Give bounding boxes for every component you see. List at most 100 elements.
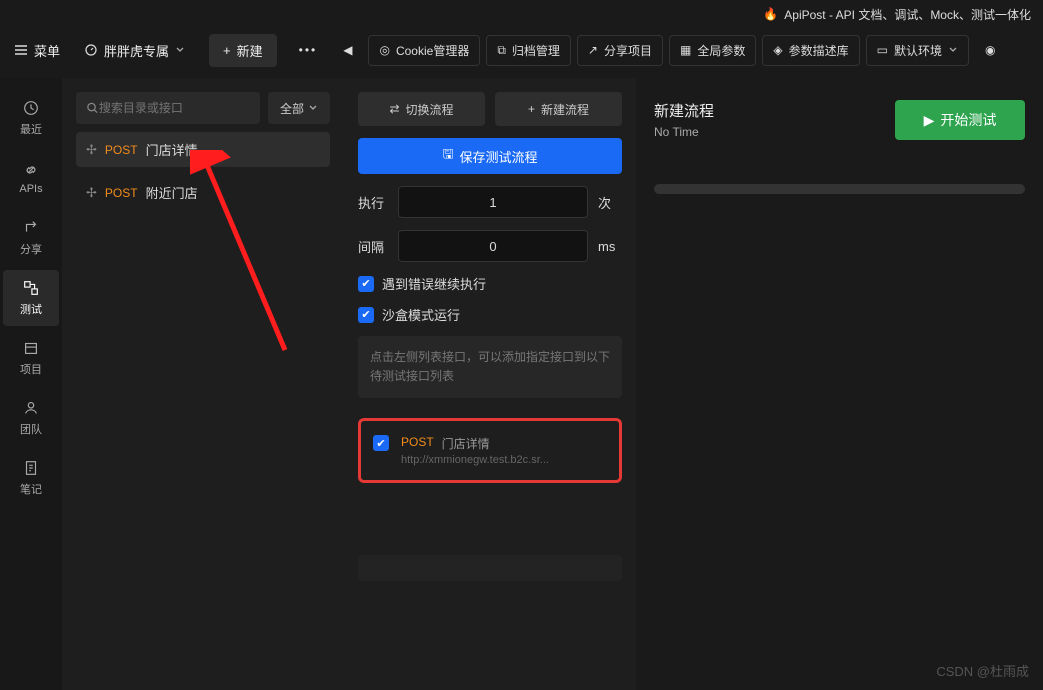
sidebar-item-label: 分享 [20,241,42,257]
sidebar-item-recent[interactable]: 最近 [3,90,59,146]
play-icon: ▶ [924,112,935,129]
link-icon: ✢ [86,185,97,201]
globals-button[interactable]: ▦全局参数 [669,35,756,66]
flow-panel: ⇄ 切换流程 + 新建流程 🖫 保存测试流程 执行 次 间隔 ms ✔ 遇到错误… [344,78,636,690]
test-item-url: http://xmmionegw.test.b2c.sr... [401,454,549,466]
save-flow-button[interactable]: 🖫 保存测试流程 [358,138,622,174]
filter-button[interactable]: 全部 [268,92,330,124]
api-method: POST [105,186,138,200]
test-item-method: POST [401,435,434,452]
workspace-selector[interactable]: 胖胖虎专属 [72,35,197,66]
chevron-down-icon [175,45,185,55]
archive-icon: ⧉ [497,43,506,58]
workspace-name: 胖胖虎专属 [104,41,169,60]
new-label: 新建 [237,41,263,60]
api-method: POST [105,143,138,157]
exec-label: 执行 [358,193,388,212]
section-footer [358,555,622,581]
sidebar-item-test[interactable]: 测试 [3,270,59,326]
test-item-highlighted[interactable]: ✔ POST 门店详情 http://xmmionegw.test.b2c.sr… [358,418,622,483]
project-icon [22,339,40,357]
start-test-button[interactable]: ▶ 开始测试 [895,100,1025,140]
link-icon [22,161,40,179]
test-icon [22,279,40,297]
preview-button[interactable]: ◉ [975,37,1005,63]
exec-unit: 次 [598,193,622,212]
env-icon: ▭ [877,43,888,57]
interval-unit: ms [598,239,622,254]
sidebar-item-label: 笔记 [20,481,42,497]
interval-label: 间隔 [358,237,388,256]
test-item-checkbox[interactable]: ✔ [373,435,389,451]
app-icon: 🔥 [763,7,778,21]
sidebar-item-label: APIs [19,183,42,195]
api-name: 附近门店 [146,183,198,202]
eye-icon: ◉ [985,43,995,57]
more-button[interactable]: ••• [289,37,328,63]
sandbox-label: 沙盒模式运行 [382,305,460,324]
result-panel: 新建流程 No Time ▶ 开始测试 [636,78,1043,690]
menu-label: 菜单 [34,41,60,60]
globals-icon: ▦ [680,43,691,57]
dots-icon: ••• [299,43,318,57]
note-icon [22,459,40,477]
plus-icon: + [528,102,535,116]
sidebar-item-label: 团队 [20,421,42,437]
watermark: CSDN @杜雨成 [936,661,1029,680]
sidebar-item-project[interactable]: 项目 [3,330,59,386]
params-lib-button[interactable]: ◈参数描述库 [762,35,859,66]
api-item[interactable]: ✢ POST 门店详情 [76,132,330,167]
share-icon: ↗ [588,43,598,57]
plus-icon: + [223,43,231,58]
cube-icon: ◈ [773,43,782,57]
sidebar-item-label: 最近 [20,121,42,137]
archive-button[interactable]: ⧉归档管理 [486,35,571,66]
sandbox-checkbox[interactable]: ✔ [358,307,374,323]
window-titlebar: 🔥 ApiPost - API 文档、调试、Mock、测试一体化 [751,0,1043,28]
menu-button[interactable]: 菜单 [14,41,60,60]
share-icon [22,219,40,237]
api-item[interactable]: ✢ POST 附近门店 [76,175,330,210]
search-input[interactable] [99,101,250,115]
back-button[interactable]: ◀ [333,37,362,63]
progress-bar [654,184,1025,194]
switch-flow-button[interactable]: ⇄ 切换流程 [358,92,485,126]
api-name: 门店详情 [146,140,198,159]
result-subtitle: No Time [654,125,714,139]
link-icon: ✢ [86,142,97,158]
sidebar-item-team[interactable]: 团队 [3,390,59,446]
test-item-name: 门店详情 [442,435,490,452]
clock-icon [22,99,40,117]
chevron-down-icon [948,45,958,55]
swap-icon: ⇄ [389,102,399,116]
sidebar-item-notes[interactable]: 笔记 [3,450,59,506]
search-box[interactable] [76,92,260,124]
team-icon [22,399,40,417]
topbar: 菜单 胖胖虎专属 + 新建 ••• ◀ ◎Cookie管理器 ⧉归档管理 ↗分享… [0,28,1043,72]
chevron-down-icon [308,103,318,113]
triangle-left-icon: ◀ [343,43,352,57]
continue-on-error-checkbox[interactable]: ✔ [358,276,374,292]
share-button[interactable]: ↗分享项目 [577,35,663,66]
filter-label: 全部 [280,100,304,117]
sidebar-item-label: 测试 [20,301,42,317]
new-button[interactable]: + 新建 [209,34,277,67]
save-icon: 🖫 [442,145,453,167]
interval-input[interactable] [398,230,588,262]
env-selector[interactable]: ▭默认环境 [866,35,969,66]
cookie-icon: ◎ [379,43,389,57]
result-title: 新建流程 [654,100,714,121]
new-flow-button[interactable]: + 新建流程 [495,92,622,126]
window-title: ApiPost - API 文档、调试、Mock、测试一体化 [784,6,1031,23]
search-icon [86,101,99,115]
exec-input[interactable] [398,186,588,218]
hint-text: 点击左侧列表接口，可以添加指定接口到以下待测试接口列表 [358,336,622,398]
cookie-manager-button[interactable]: ◎Cookie管理器 [368,35,480,66]
dashboard-icon [84,43,98,57]
sidebar-item-apis[interactable]: APIs [3,150,59,206]
sidebar-nav: 最近 APIs 分享 测试 项目 团队 笔记 [0,78,62,690]
sidebar-item-share[interactable]: 分享 [3,210,59,266]
sidebar-item-label: 项目 [20,361,42,377]
api-list-panel: 全部 ✢ POST 门店详情 ✢ POST 附近门店 [62,78,344,690]
continue-on-error-label: 遇到错误继续执行 [382,274,486,293]
